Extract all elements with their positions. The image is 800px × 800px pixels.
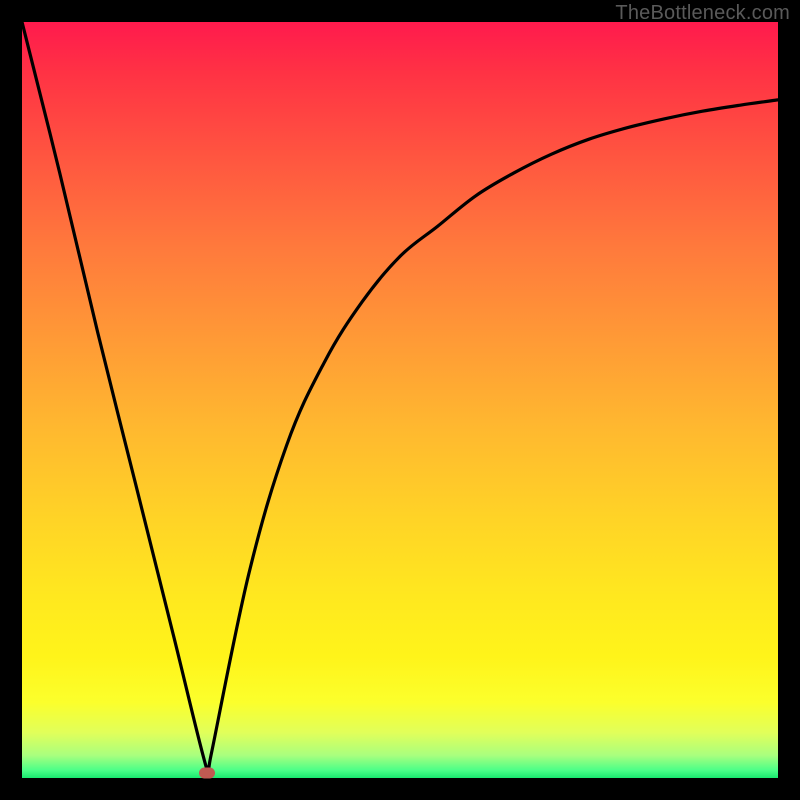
watermark-text: TheBottleneck.com bbox=[615, 2, 790, 25]
chart-curve bbox=[22, 22, 778, 778]
chart-plot-area bbox=[22, 22, 778, 778]
min-point-marker bbox=[199, 768, 215, 779]
